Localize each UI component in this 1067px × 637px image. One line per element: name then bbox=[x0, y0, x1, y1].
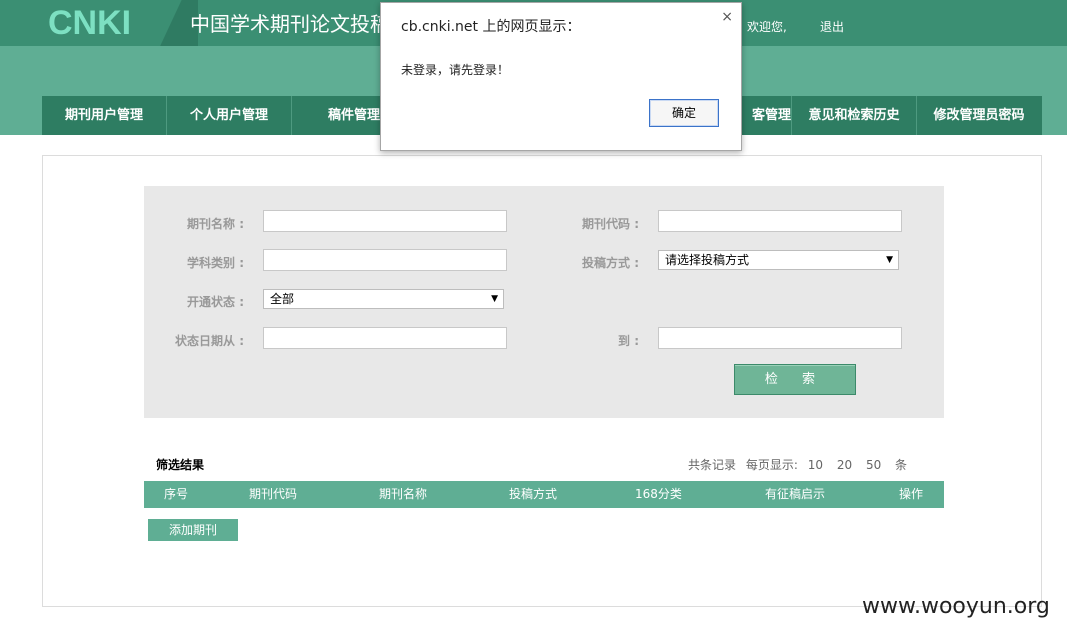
ok-button[interactable]: 确定 bbox=[649, 99, 719, 127]
col-call-for-papers: 有征稿启示 bbox=[765, 487, 826, 501]
subject-input[interactable] bbox=[263, 249, 507, 271]
nav-change-password[interactable]: 修改管理员密码 bbox=[917, 96, 1041, 135]
date-to-label: 到 : bbox=[618, 334, 639, 348]
journal-name-label: 期刊名称 : bbox=[187, 217, 244, 231]
col-submit-method: 投稿方式 bbox=[509, 487, 558, 501]
date-from-input[interactable] bbox=[263, 327, 507, 349]
dropdown-arrow-icon: ▼ bbox=[491, 294, 498, 304]
per-page-label: 每页显示: bbox=[745, 458, 798, 472]
col-journal-name: 期刊名称 bbox=[379, 487, 428, 501]
pagination-info: 共条记录 每页显示: 10 20 50 条 bbox=[688, 456, 913, 473]
total-records: 共条记录 bbox=[688, 458, 737, 472]
submit-method-select[interactable]: 请选择投稿方式 ▼ bbox=[658, 250, 899, 270]
alert-dialog: cb.cnki.net 上的网页显示： × 未登录，请先登录！ 确定 bbox=[380, 2, 742, 151]
status-label: 开通状态 : bbox=[187, 295, 244, 309]
dialog-title: cb.cnki.net 上的网页显示： bbox=[401, 19, 581, 35]
dialog-message: 未登录，请先登录！ bbox=[401, 63, 510, 77]
add-journal-button[interactable]: 添加期刊 bbox=[148, 519, 238, 541]
journal-code-input[interactable] bbox=[658, 210, 902, 232]
system-title: 中国学术期刊论文投稿 bbox=[190, 12, 390, 36]
nav-journal-users[interactable]: 期刊用户管理 bbox=[42, 96, 167, 135]
status-select[interactable]: 全部 ▼ bbox=[263, 289, 504, 309]
col-actions: 操作 bbox=[899, 487, 924, 501]
results-title: 筛选结果 bbox=[156, 458, 205, 472]
dropdown-arrow-icon: ▼ bbox=[886, 255, 893, 265]
submit-method-label: 投稿方式 : bbox=[582, 256, 639, 270]
search-panel: 期刊名称 : 期刊代码 : 学科类别 : 投稿方式 : 请选择投稿方式 ▼ 开通… bbox=[144, 186, 944, 418]
page-size-20[interactable]: 20 bbox=[837, 458, 852, 472]
col-journal-code: 期刊代码 bbox=[249, 487, 298, 501]
main-content: 期刊名称 : 期刊代码 : 学科类别 : 投稿方式 : 请选择投稿方式 ▼ 开通… bbox=[42, 155, 1042, 607]
results-table-header: 序号 期刊代码 期刊名称 投稿方式 168分类 有征稿启示 操作 bbox=[144, 481, 944, 508]
search-button[interactable]: 检 索 bbox=[734, 364, 856, 395]
status-value: 全部 bbox=[270, 292, 295, 306]
welcome-text: 欢迎您, bbox=[747, 20, 787, 34]
date-from-label: 状态日期从 : bbox=[175, 334, 244, 348]
date-to-input[interactable] bbox=[658, 327, 902, 349]
close-icon[interactable]: × bbox=[721, 9, 733, 25]
journal-code-label: 期刊代码 : bbox=[582, 217, 639, 231]
submit-method-value: 请选择投稿方式 bbox=[665, 253, 750, 267]
journal-name-input[interactable] bbox=[263, 210, 507, 232]
watermark: www.wooyun.org bbox=[862, 594, 1050, 619]
col-168-category: 168分类 bbox=[635, 487, 682, 501]
subject-label: 学科类别 : bbox=[187, 256, 244, 270]
page-size-50[interactable]: 50 bbox=[866, 458, 881, 472]
page-size-unit: 条 bbox=[895, 458, 908, 472]
logout-link[interactable]: 退出 bbox=[820, 18, 844, 35]
col-index: 序号 bbox=[164, 487, 189, 501]
nav-feedback-history[interactable]: 意见和检索历史 bbox=[792, 96, 917, 135]
page-size-10[interactable]: 10 bbox=[808, 458, 823, 472]
nav-personal-users[interactable]: 个人用户管理 bbox=[167, 96, 292, 135]
